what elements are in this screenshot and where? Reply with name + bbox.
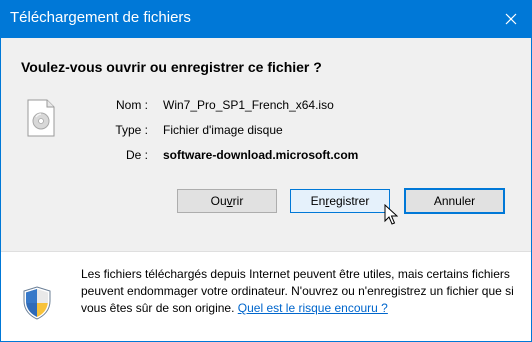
file-name-row: Nom : Win7_Pro_SP1_French_x64.iso [1, 98, 531, 114]
file-name-label: Nom : [115, 98, 148, 112]
file-source-row: De : software-download.microsoft.com [1, 148, 531, 164]
file-type-label: Type : [115, 123, 148, 137]
save-button[interactable]: Enregistrer [290, 189, 390, 213]
security-footer: Les fichiers téléchargés depuis Internet… [1, 251, 531, 341]
open-button-label: Ouvrir [210, 194, 244, 208]
open-button[interactable]: Ouvrir [177, 189, 277, 213]
file-source-label: De : [125, 148, 148, 162]
close-button[interactable] [496, 6, 526, 32]
save-button-label: Enregistrer [310, 194, 370, 208]
file-type-row: Type : Fichier d'image disque [1, 123, 531, 139]
mouse-cursor-icon [384, 204, 398, 225]
dialog-question: Voulez-vous ouvrir ou enregistrer ce fic… [21, 59, 322, 75]
file-source-value: software-download.microsoft.com [163, 148, 359, 162]
security-shield-icon [23, 286, 51, 320]
title-bar[interactable]: Téléchargement de fichiers [0, 0, 532, 38]
dialog-body: Voulez-vous ouvrir ou enregistrer ce fic… [1, 38, 531, 341]
cancel-button-label: Annuler [433, 194, 476, 208]
download-dialog: Téléchargement de fichiers Voulez-vous o… [0, 0, 532, 342]
file-type-value: Fichier d'image disque [163, 123, 283, 137]
file-name-value: Win7_Pro_SP1_French_x64.iso [163, 98, 334, 112]
security-warning-text: Les fichiers téléchargés depuis Internet… [81, 266, 521, 317]
cancel-button[interactable]: Annuler [404, 188, 505, 214]
close-icon [505, 13, 517, 25]
window-title: Téléchargement de fichiers [10, 9, 191, 26]
risk-info-link[interactable]: Quel est le risque encouru ? [238, 301, 388, 315]
